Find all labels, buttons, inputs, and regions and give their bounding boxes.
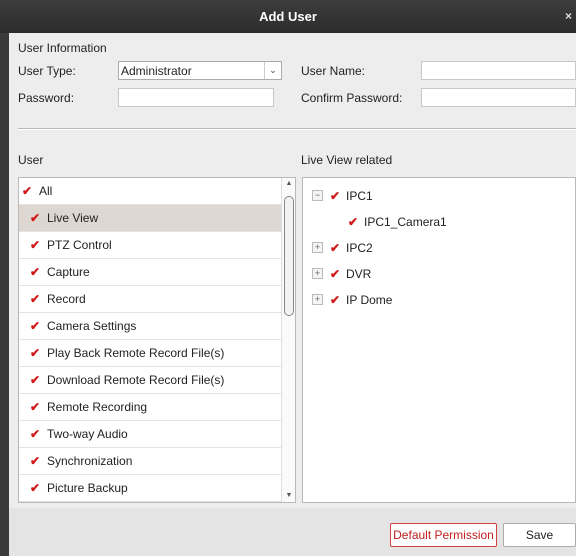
checkbox-checked-icon[interactable]: ✔ (30, 239, 41, 251)
tree-node-label: IPC2 (346, 241, 373, 255)
collapse-icon[interactable]: − (312, 190, 323, 201)
list-item[interactable]: ✔ Remote Recording (19, 394, 281, 421)
list-item[interactable]: ✔ Capture (19, 259, 281, 286)
window-title: Add User (259, 9, 317, 24)
tree-node-label: IPC1 (346, 189, 373, 203)
user-information-heading: User Information (18, 41, 107, 55)
live-view-panel-heading: Live View related (301, 153, 393, 167)
checkbox-checked-icon[interactable]: ✔ (30, 401, 41, 413)
list-item-label: Capture (47, 265, 90, 279)
user-permission-list: ✔ All ✔ Live View ✔ PTZ Control ✔ Captur… (18, 177, 296, 503)
checkbox-checked-icon[interactable]: ✔ (30, 482, 41, 494)
tree-node-label: IP Dome (346, 293, 393, 307)
expand-icon[interactable]: + (312, 242, 323, 253)
checkbox-checked-icon[interactable]: ✔ (330, 268, 340, 280)
tree-node-label: IPC1_Camera1 (364, 215, 447, 229)
permission-rows: ✔ All ✔ Live View ✔ PTZ Control ✔ Captur… (19, 178, 281, 502)
checkbox-checked-icon[interactable]: ✔ (30, 266, 41, 278)
scrollbar-thumb[interactable] (284, 196, 294, 316)
checkbox-checked-icon[interactable]: ✔ (30, 293, 41, 305)
title-bar: Add User × (0, 0, 576, 33)
checkbox-checked-icon[interactable]: ✔ (22, 185, 33, 197)
list-item-label: All (39, 184, 53, 198)
list-item-label: Live View (47, 211, 99, 225)
tree-node-label: DVR (346, 267, 372, 281)
close-icon[interactable]: × (565, 0, 572, 33)
list-item-label: Record (47, 292, 86, 306)
list-item-label: Download Remote Record File(s) (47, 373, 225, 387)
user-name-field[interactable] (421, 61, 576, 80)
checkbox-checked-icon[interactable]: ✔ (348, 216, 358, 228)
list-item[interactable]: ✔ Synchronization (19, 448, 281, 475)
user-type-select[interactable]: Administrator ⌄ (118, 61, 282, 80)
list-item[interactable]: ✔ Play Back Remote Record File(s) (19, 340, 281, 367)
checkbox-checked-icon[interactable]: ✔ (330, 190, 340, 202)
list-item[interactable]: ✔ Download Remote Record File(s) (19, 367, 281, 394)
checkbox-checked-icon[interactable]: ✔ (330, 242, 340, 254)
list-item-all[interactable]: ✔ All (19, 178, 281, 205)
chevron-down-icon[interactable]: ⌄ (264, 62, 281, 79)
list-item[interactable]: ✔ Picture Backup (19, 475, 281, 502)
list-item-label: PTZ Control (47, 238, 112, 252)
list-item[interactable]: ✔ Two-way Audio (19, 421, 281, 448)
list-item-label: Remote Recording (47, 400, 148, 414)
checkbox-checked-icon[interactable]: ✔ (30, 428, 41, 440)
list-item-label: Camera Settings (47, 319, 137, 333)
list-item[interactable]: ✔ PTZ Control (19, 232, 281, 259)
list-item[interactable]: ✔ Record (19, 286, 281, 313)
button-bar: Default Permission Save (9, 508, 576, 556)
default-permission-button[interactable]: Default Permission (390, 523, 497, 547)
save-button[interactable]: Save (503, 523, 576, 547)
password-label: Password: (18, 91, 75, 105)
list-item[interactable]: ✔ Live View (19, 205, 281, 232)
checkbox-checked-icon[interactable]: ✔ (30, 320, 41, 332)
scroll-down-icon[interactable]: ▼ (282, 490, 296, 502)
list-item-label: Synchronization (47, 454, 133, 468)
confirm-password-field[interactable] (421, 88, 576, 107)
password-field[interactable] (118, 88, 274, 107)
checkbox-checked-icon[interactable]: ✔ (30, 374, 41, 386)
live-view-tree: − ✔ IPC1 ✔ IPC1_Camera1 + ✔ IPC2 + ✔ DVR… (302, 177, 576, 503)
list-item-label: Picture Backup (47, 481, 128, 495)
divider-highlight (18, 129, 576, 130)
checkbox-checked-icon[interactable]: ✔ (30, 212, 41, 224)
checkbox-checked-icon[interactable]: ✔ (30, 455, 41, 467)
list-item-label: Two-way Audio (47, 427, 128, 441)
user-type-label: User Type: (18, 64, 76, 78)
checkbox-checked-icon[interactable]: ✔ (30, 347, 41, 359)
list-item-label: Play Back Remote Record File(s) (47, 346, 225, 360)
user-panel-heading: User (18, 153, 44, 167)
user-type-value: Administrator (121, 64, 192, 78)
add-user-dialog: User Information User Type: Administrato… (9, 33, 576, 556)
list-item[interactable]: ✔ Camera Settings (19, 313, 281, 340)
expand-icon[interactable]: + (312, 268, 323, 279)
vertical-scrollbar[interactable]: ▲ ▼ (281, 178, 295, 502)
scroll-up-icon[interactable]: ▲ (282, 178, 296, 190)
user-name-label: User Name: (301, 64, 366, 78)
expand-icon[interactable]: + (312, 294, 323, 305)
confirm-password-label: Confirm Password: (301, 91, 403, 105)
checkbox-checked-icon[interactable]: ✔ (330, 294, 340, 306)
